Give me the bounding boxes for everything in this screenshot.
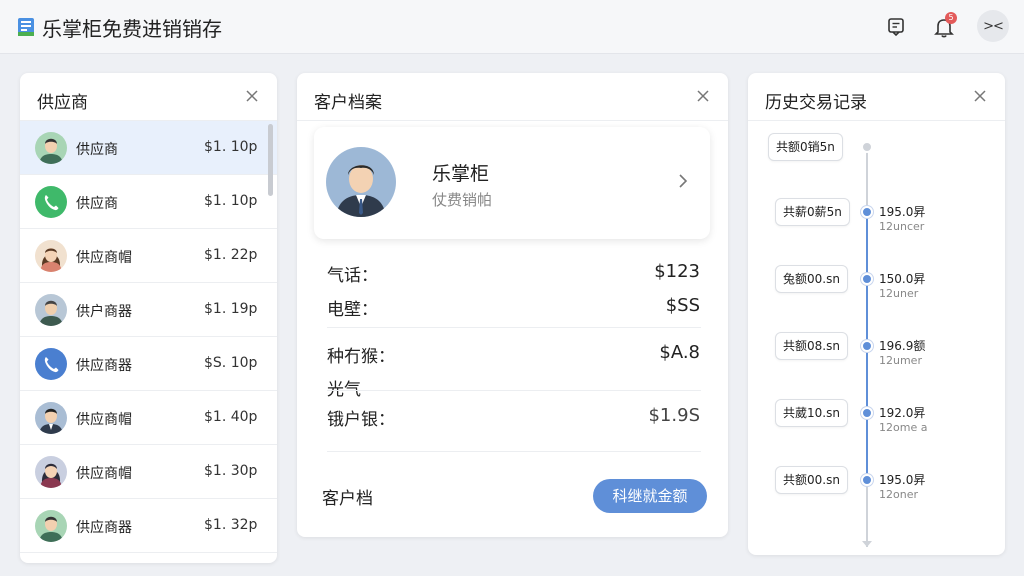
info-label: 锇户银： xyxy=(327,410,395,430)
notification-badge: 5 xyxy=(945,12,957,24)
profile-name: 乐掌柜 xyxy=(432,163,490,185)
info-label: 气话： xyxy=(327,266,378,286)
close-button[interactable] xyxy=(969,85,991,107)
history-subtext: 12oner xyxy=(879,488,918,501)
info-label: 电壁： xyxy=(327,300,378,320)
avatar xyxy=(35,402,67,434)
message-button[interactable] xyxy=(881,12,911,42)
avatar xyxy=(35,456,67,488)
supplier-name: 供应商器 xyxy=(76,358,132,374)
notification-button[interactable]: 5 xyxy=(929,12,959,42)
history-amount: 192.0昇 xyxy=(879,406,926,420)
timeline-dot xyxy=(861,340,873,352)
history-tag[interactable]: 共额08.sn xyxy=(775,332,848,360)
supplier-name: 供应商帽 xyxy=(76,466,132,482)
history-amount: 195.0昇 xyxy=(879,205,926,219)
info-value: $123 xyxy=(654,261,700,282)
history-subtext: 12ome a xyxy=(879,421,928,434)
list-item[interactable]: 供应商器 $S. 10p xyxy=(20,337,277,391)
history-tag[interactable]: 共额0销5n xyxy=(768,133,843,161)
list-item[interactable]: 供应商帽 $1. 22p xyxy=(20,229,277,283)
profile-card[interactable]: 乐掌柜 仗费销帕 xyxy=(314,127,710,239)
list-item[interactable]: 供应商 $1. 10p xyxy=(20,175,277,229)
divider xyxy=(327,451,701,452)
avatar xyxy=(35,510,67,542)
history-subtext: 12uner xyxy=(879,287,919,300)
history-amount: 150.0昇 xyxy=(879,272,926,286)
scrollbar[interactable] xyxy=(268,124,273,196)
history-subtext: 12uncer xyxy=(879,220,925,233)
footer-label: 客户档 xyxy=(322,489,373,509)
panel-title: 历史交易记录 xyxy=(765,93,867,113)
timeline-dot xyxy=(861,273,873,285)
close-icon xyxy=(974,90,986,102)
history-amount: 196.9额 xyxy=(879,339,926,353)
panel-header: 历史交易记录 xyxy=(748,73,1005,121)
avatar-man-suit-icon xyxy=(326,147,396,217)
avatar xyxy=(326,147,396,217)
panel-header: 供应商 xyxy=(20,73,277,121)
supplier-value: $1. 40p xyxy=(204,409,258,425)
collapse-button[interactable]: >< xyxy=(977,10,1009,42)
supplier-name: 供应商 xyxy=(76,196,118,212)
chevron-right-icon xyxy=(679,174,688,188)
info-label: 光气 xyxy=(327,380,361,400)
close-icon xyxy=(246,90,258,102)
list-item[interactable]: 供应商帽 $1. 40p xyxy=(20,391,277,445)
close-icon xyxy=(697,90,709,102)
supplier-value: $1. 30p xyxy=(204,463,258,479)
supplier-value: $1. 32p xyxy=(204,517,258,533)
timeline-end-arrow xyxy=(862,541,872,547)
timeline-dot xyxy=(861,474,873,486)
timeline-dot xyxy=(861,407,873,419)
supplier-name: 供应商帽 xyxy=(76,412,132,428)
divider xyxy=(327,390,701,391)
info-value: $SS xyxy=(665,295,700,316)
info-value: $A.8 xyxy=(659,342,700,363)
customer-panel: 客户档案 乐掌柜 仗费销帕 气话： $123 电壁： $SS 种冇猴： $A.8… xyxy=(297,73,728,537)
supplier-value: $1. 22p xyxy=(204,247,258,263)
timeline-dot xyxy=(861,141,873,153)
list-item[interactable]: 供应商器 $1. 32p xyxy=(20,499,277,553)
avatar xyxy=(35,294,67,326)
action-button[interactable]: 科继就金额 xyxy=(593,479,707,513)
info-value: $1.9S xyxy=(648,405,700,426)
message-icon xyxy=(888,18,904,37)
panel-title: 客户档案 xyxy=(314,93,382,113)
supplier-name: 供应商帽 xyxy=(76,250,132,266)
history-subtext: 12umer xyxy=(879,354,922,367)
history-panel: 历史交易记录 共额0销5n 共薪0薪5n 195.0昇 12uncer 兔额00.sn 1… xyxy=(748,73,1005,555)
history-tag[interactable]: 兔额00.sn xyxy=(775,265,848,293)
timeline-dot xyxy=(861,206,873,218)
supplier-name: 供户商器 xyxy=(76,304,132,320)
info-label: 种冇猴： xyxy=(327,347,395,367)
phone-icon xyxy=(35,186,67,218)
top-bar: 乐掌柜免费进销销存 5 >< xyxy=(0,0,1024,54)
supplier-value: $S. 10p xyxy=(204,355,258,371)
avatar xyxy=(35,240,67,272)
list-item[interactable]: 客户商器$1. 13p xyxy=(20,553,277,563)
history-tag[interactable]: 共葳10.sn xyxy=(775,399,848,427)
supplier-name: 供应商器 xyxy=(76,520,132,536)
app-logo-icon xyxy=(18,18,34,36)
history-tag[interactable]: 共额00.sn xyxy=(775,466,848,494)
phone-icon xyxy=(35,348,67,380)
supplier-name: 供应商 xyxy=(76,142,118,158)
divider xyxy=(327,327,701,328)
app-title: 乐掌柜免费进销销存 xyxy=(42,17,222,41)
list-item[interactable]: 供应商 $1. 10p xyxy=(20,121,277,175)
close-button[interactable] xyxy=(241,85,263,107)
supplier-value: $1. 10p xyxy=(204,139,258,155)
supplier-value: $1. 19p xyxy=(204,301,258,317)
history-amount: 195.0昇 xyxy=(879,473,926,487)
list-item[interactable]: 供户商器 $1. 19p xyxy=(20,283,277,337)
list-item[interactable]: 供应商帽 $1. 30p xyxy=(20,445,277,499)
panel-title: 供应商 xyxy=(37,93,88,113)
history-tag[interactable]: 共薪0薪5n xyxy=(775,198,850,226)
supplier-value: $1. 10p xyxy=(204,193,258,209)
close-button[interactable] xyxy=(692,85,714,107)
panel-header: 客户档案 xyxy=(297,73,728,121)
avatar xyxy=(35,132,67,164)
profile-subtitle: 仗费销帕 xyxy=(432,191,493,209)
